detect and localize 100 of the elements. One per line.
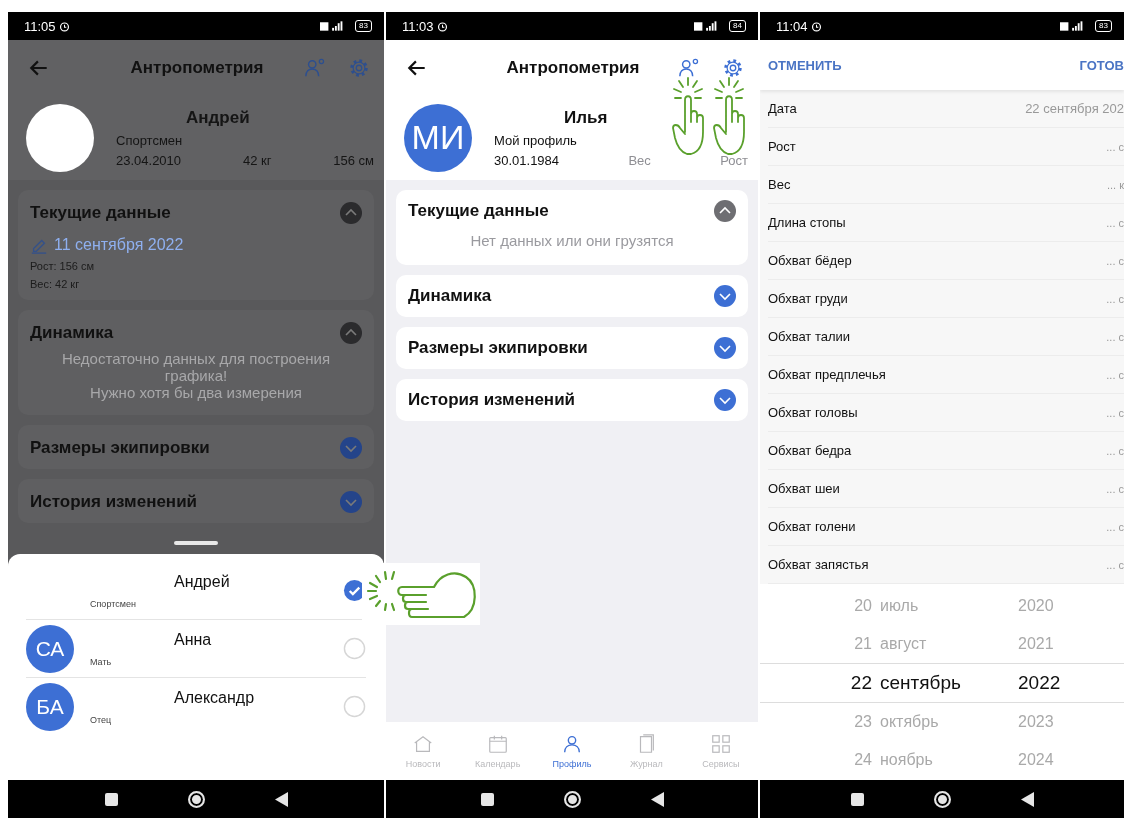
cancel-button[interactable]: ОТМЕНИТЬ <box>768 57 842 73</box>
picker-day[interactable]: 22 <box>760 672 872 694</box>
field-value[interactable]: ... к <box>1106 178 1124 191</box>
done-button[interactable]: ГОТОВ <box>1079 57 1124 73</box>
home-icon[interactable] <box>933 790 951 808</box>
date-picker[interactable]: 20 июль 2020 21 август 2021 22 сентябрь 2022 23 октябрь 2023 24 ноябрь 2024 <box>760 584 1124 780</box>
field-label: Обхват головы <box>768 405 858 420</box>
picker-month[interactable]: август <box>880 635 1010 653</box>
tab[interactable]: Сервисы <box>683 722 758 780</box>
alarm-clock-icon <box>810 20 822 32</box>
height-label: Рост <box>720 152 748 168</box>
tab[interactable]: Новости <box>386 722 461 780</box>
tab[interactable]: Журнал <box>609 722 684 780</box>
picker-day[interactable]: 23 <box>760 713 872 731</box>
section-title: Динамика <box>30 323 114 343</box>
profile-role: Спортсмен <box>116 132 184 148</box>
profile-name: Илья <box>563 107 609 128</box>
field-label: Дата <box>768 101 797 116</box>
person-role: Отец <box>89 714 113 725</box>
field-label: Обхват талии <box>768 329 851 344</box>
back-icon[interactable] <box>1020 791 1034 807</box>
sheet-handle[interactable] <box>174 541 218 545</box>
field-label: Обхват предплечья <box>768 367 886 382</box>
section-title: Текущие данные <box>408 201 549 221</box>
field-value[interactable]: ... с <box>1106 558 1124 571</box>
battery-level: 83 <box>355 20 372 32</box>
field-value[interactable]: ... с <box>1106 482 1124 495</box>
person-role: Спортсмен <box>89 598 137 609</box>
radio-icon[interactable] <box>343 695 366 718</box>
person-name: Александр <box>173 688 256 707</box>
recents-icon[interactable] <box>104 792 118 806</box>
picker-year[interactable]: 2023 <box>1018 713 1078 731</box>
section-title: Размеры экипировки <box>408 338 588 358</box>
field-value[interactable]: ... с <box>1106 368 1124 381</box>
recents-icon[interactable] <box>850 792 864 806</box>
calendar-icon <box>486 733 509 755</box>
expand-icon[interactable] <box>714 285 736 307</box>
weight-label: Вес <box>628 152 651 168</box>
field-label: Обхват голени <box>768 519 856 534</box>
profile-option[interactable]: СА Анна Мать <box>26 620 366 678</box>
profile-role: Мой профиль <box>494 132 578 148</box>
field-value[interactable]: ... с <box>1106 444 1124 457</box>
back-icon[interactable] <box>274 791 288 807</box>
home-icon[interactable] <box>563 790 581 808</box>
back-icon[interactable] <box>650 791 664 807</box>
section-title: История изменений <box>408 390 576 410</box>
picker-month[interactable]: июль <box>880 597 1010 615</box>
tab[interactable]: Календарь <box>460 722 535 780</box>
alarm-clock-icon <box>436 20 448 32</box>
switch-profile-icon[interactable] <box>678 56 700 79</box>
grid-icon <box>709 733 732 755</box>
switch-profile-icon[interactable] <box>304 56 326 79</box>
expand-icon[interactable] <box>714 389 736 411</box>
field-label: Обхват бедра <box>768 443 852 458</box>
picker-year[interactable]: 2024 <box>1018 751 1078 769</box>
weight-value: 42 кг <box>242 152 272 168</box>
alarm-clock-icon <box>58 20 70 32</box>
picker-day[interactable]: 20 <box>760 597 872 615</box>
settings-icon[interactable] <box>722 56 744 79</box>
field-value[interactable]: ... с <box>1106 520 1124 533</box>
field-value[interactable]: ... с <box>1106 140 1124 153</box>
picker-year[interactable]: 2021 <box>1018 635 1078 653</box>
field-label: Обхват шеи <box>768 481 840 496</box>
home-icon[interactable] <box>187 790 205 808</box>
collapse-icon[interactable] <box>714 200 736 222</box>
status-time: 11:03 <box>402 18 434 34</box>
field-value[interactable]: ... с <box>1106 330 1124 343</box>
expand-icon[interactable] <box>714 337 736 359</box>
collapse-icon[interactable] <box>340 322 362 344</box>
recents-icon[interactable] <box>480 792 494 806</box>
field-label: Обхват груди <box>768 291 848 306</box>
tab[interactable]: Профиль <box>534 722 610 780</box>
collapse-icon[interactable] <box>340 202 362 224</box>
measurement-date-link[interactable]: 11 сентября 2022 <box>54 236 184 254</box>
profile-option[interactable]: БА Александр Отец <box>26 678 366 735</box>
field-value[interactable]: 22 сентября 202 <box>1025 101 1124 116</box>
picker-year[interactable]: 2020 <box>1018 597 1078 615</box>
picker-month[interactable]: сентябрь <box>880 672 1010 694</box>
picker-month[interactable]: октябрь <box>880 713 1010 731</box>
empty-message: Нет данных или они грузятся <box>469 232 675 251</box>
avatar: БА <box>26 682 74 731</box>
person-role: Мать <box>89 656 113 667</box>
birth-date: 23.04.2010 <box>116 152 182 168</box>
section-title: Текущие данные <box>30 203 171 223</box>
field-value[interactable]: ... с <box>1106 406 1124 419</box>
picker-year[interactable]: 2022 <box>1018 672 1078 694</box>
field-label: Обхват запястья <box>768 557 869 572</box>
picker-day[interactable]: 21 <box>760 635 872 653</box>
radio-icon[interactable] <box>343 637 366 660</box>
person-name: Андрей <box>173 572 231 591</box>
section-title: История изменений <box>30 492 198 512</box>
field-value[interactable]: ... с <box>1106 254 1124 267</box>
field-value[interactable]: ... с <box>1106 216 1124 229</box>
picker-day[interactable]: 24 <box>760 751 872 769</box>
battery-level: 84 <box>729 20 746 32</box>
field-value[interactable]: ... с <box>1106 292 1124 305</box>
battery-level: 83 <box>1095 20 1112 32</box>
empty-message: Недостаточно данных для построения графика! Нужно хотя бы два измерения <box>61 350 331 403</box>
picker-month[interactable]: ноябрь <box>880 751 1010 769</box>
field-label: Обхват бёдер <box>768 253 852 268</box>
